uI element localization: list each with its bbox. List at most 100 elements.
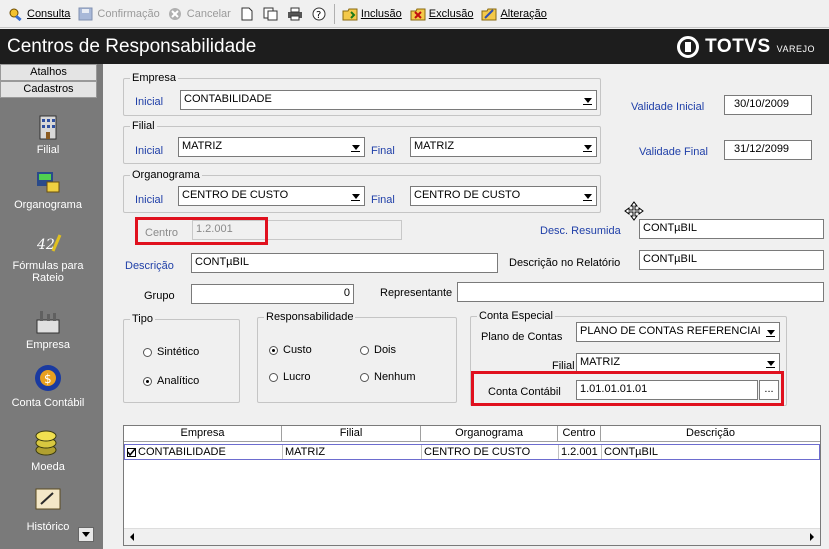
sidebar-item-historico[interactable]: Histórico: [0, 484, 96, 533]
desc-resumida-value: CONTµBIL: [643, 222, 698, 234]
toolbar: Consulta Confirmação Cancelar ? Inclusão…: [0, 0, 829, 28]
alteracao-button[interactable]: Alteração: [477, 3, 550, 25]
centro-highlight-box: [135, 217, 268, 245]
print-button[interactable]: [283, 3, 307, 25]
organograma-inicial-label: Inicial: [135, 194, 164, 206]
svg-text:42: 42: [36, 237, 55, 253]
tipo-sintetico-radio[interactable]: Sintético: [143, 346, 199, 358]
plano-contas-select[interactable]: PLANO DE CONTAS REFERENCIAI: [576, 322, 780, 342]
validade-inicial-value: 30/10/2009: [734, 98, 790, 110]
descricao-relatorio-input[interactable]: CONTµBIL: [639, 250, 824, 270]
resp-lucro-label: Lucro: [283, 371, 311, 383]
checkbox-checked-icon[interactable]: [127, 447, 136, 457]
chevron-down-icon[interactable]: [763, 355, 778, 371]
table-row[interactable]: CONTABILIDADE MATRIZ CENTRO DE CUSTO 1.2…: [124, 444, 820, 460]
cancelar-button[interactable]: Cancelar: [164, 3, 235, 25]
filial-inicial-value: MATRIZ: [182, 140, 223, 152]
validade-inicial-input[interactable]: 30/10/2009: [724, 95, 812, 115]
consulta-button[interactable]: Consulta: [4, 3, 74, 25]
radio-icon: [143, 347, 152, 357]
cell-empresa-value: CONTABILIDADE: [138, 446, 226, 458]
edit-folder-icon: [481, 7, 497, 21]
sidebar-item-empresa[interactable]: Empresa: [0, 308, 96, 351]
copy-button[interactable]: [259, 3, 283, 25]
chevron-down-icon[interactable]: [348, 188, 363, 204]
cell-filial: MATRIZ: [283, 445, 422, 459]
inclusao-button[interactable]: Inclusão: [338, 3, 406, 25]
cell-descricao: CONTµBIL: [604, 446, 659, 458]
scroll-left-icon[interactable]: [125, 530, 140, 544]
chevron-down-icon[interactable]: [580, 188, 595, 204]
descricao-input[interactable]: CONTµBIL: [191, 253, 498, 273]
sidebar-item-moeda[interactable]: Moeda: [0, 426, 96, 473]
copy-icon: [263, 7, 279, 21]
grupo-label: Grupo: [144, 290, 175, 302]
sidebar-item-conta-contabil[interactable]: $ Conta Contábil: [0, 360, 96, 409]
inclusao-label: Inclusão: [360, 7, 402, 20]
resp-lucro-radio[interactable]: Lucro: [269, 371, 311, 383]
sidebar-item-filial[interactable]: Filial: [0, 113, 96, 156]
column-header-organograma[interactable]: Organograma: [421, 426, 558, 441]
resp-custo-label: Custo: [283, 344, 312, 356]
empresa-inicial-select[interactable]: CONTABILIDADE: [180, 90, 597, 110]
resp-custo-radio[interactable]: Custo: [269, 344, 312, 356]
sidebar-item-label: Histórico: [26, 521, 70, 533]
chevron-down-icon[interactable]: [763, 324, 778, 340]
chevron-down-icon[interactable]: [348, 139, 363, 155]
desc-resumida-label: Desc. Resumida: [540, 225, 621, 237]
sidebar-scroll-down-button[interactable]: [78, 527, 94, 542]
save-icon: [78, 7, 94, 21]
conta-especial-group-label: Conta Especial: [477, 310, 555, 322]
sidebar-item-label: Moeda: [31, 461, 65, 473]
scroll-right-icon[interactable]: [804, 530, 819, 544]
filial-group-label: Filial: [130, 120, 157, 132]
consulta-label: Consulta: [27, 7, 71, 20]
organogram-icon: [33, 168, 63, 196]
organograma-final-select[interactable]: CENTRO DE CUSTO: [410, 186, 597, 206]
horizontal-scrollbar[interactable]: [124, 528, 820, 545]
grid-header: Empresa Filial Organograma Centro Descri…: [124, 426, 820, 442]
formula-icon: 42: [33, 229, 63, 257]
logo-subtext: VAREJO: [776, 44, 815, 54]
help-icon: ?: [311, 7, 327, 21]
column-header-centro[interactable]: Centro: [558, 426, 601, 441]
column-header-filial[interactable]: Filial: [282, 426, 421, 441]
representante-input[interactable]: [457, 282, 824, 302]
resp-nenhum-radio[interactable]: Nenhum: [360, 371, 416, 383]
column-header-descricao[interactable]: Descrição: [601, 426, 820, 441]
descricao-relatorio-label: Descrição no Relatório: [509, 257, 621, 269]
grupo-input[interactable]: 0: [191, 284, 354, 304]
chevron-down-icon[interactable]: [580, 139, 595, 155]
validade-inicial-label: Validade Inicial: [631, 101, 705, 113]
conta-filial-select[interactable]: MATRIZ: [576, 353, 780, 373]
resp-dois-label: Dois: [374, 344, 397, 356]
exclusao-button[interactable]: Exclusão: [406, 3, 478, 25]
alteracao-label: Alteração: [500, 7, 547, 20]
confirmacao-button[interactable]: Confirmação: [74, 3, 163, 25]
column-header-empresa[interactable]: Empresa: [124, 426, 282, 441]
new-document-button[interactable]: [235, 3, 259, 25]
organograma-inicial-value: CENTRO DE CUSTO: [182, 189, 289, 201]
chevron-down-icon[interactable]: [580, 92, 595, 108]
validade-final-label: Validade Final: [639, 146, 708, 158]
tipo-analitico-radio[interactable]: Analítico: [143, 375, 199, 387]
sidebar-item-organograma[interactable]: Organograma: [0, 168, 96, 211]
organograma-inicial-select[interactable]: CENTRO DE CUSTO: [178, 186, 365, 206]
organograma-group-label: Organograma: [130, 169, 202, 181]
filial-inicial-select[interactable]: MATRIZ: [178, 137, 365, 157]
filial-final-select[interactable]: MATRIZ: [410, 137, 597, 157]
svg-text:?: ?: [316, 10, 321, 21]
desc-resumida-input[interactable]: CONTµBIL: [639, 219, 824, 239]
tab-atalhos[interactable]: Atalhos: [0, 64, 97, 81]
responsabilidade-group-label: Responsabilidade: [264, 311, 356, 323]
consulta-icon: [8, 7, 24, 21]
grupo-value: 0: [343, 287, 350, 299]
factory-icon: [33, 308, 63, 336]
sidebar-item-formulas[interactable]: 42 Fórmulas para Rateio: [0, 229, 96, 284]
help-button[interactable]: ?: [307, 3, 331, 25]
tab-cadastros[interactable]: Cadastros: [0, 81, 97, 98]
descricao-label: Descrição: [125, 260, 174, 272]
move-cursor-icon: [624, 201, 644, 221]
resp-dois-radio[interactable]: Dois: [360, 344, 396, 356]
validade-final-input[interactable]: 31/12/2099: [724, 140, 812, 160]
